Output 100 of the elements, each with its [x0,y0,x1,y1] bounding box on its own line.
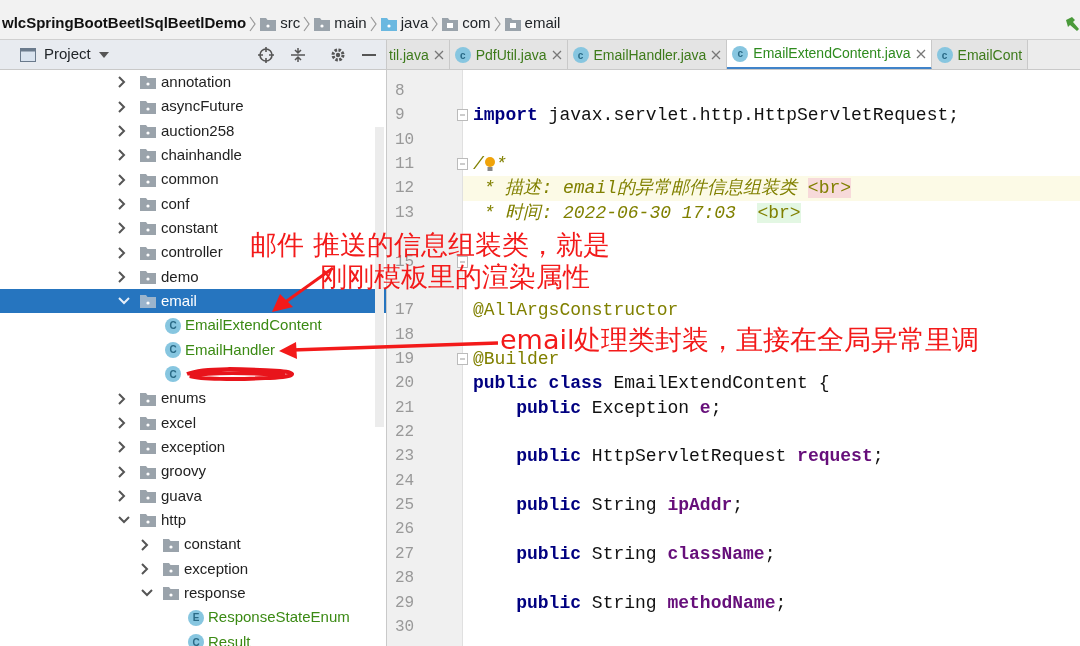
editor-tab[interactable]: til.java [387,40,450,69]
folder-icon [140,464,156,479]
panel-title[interactable]: Project [44,43,91,66]
tree-label: conf [161,193,190,214]
close-icon[interactable] [711,50,722,60]
breadcrumb-item[interactable]: java [400,12,429,35]
tree-row[interactable]: http [0,508,187,533]
line-number: 18 [395,325,415,344]
line-number: 23 [395,447,415,466]
breadcrumb-item[interactable]: com [462,12,491,35]
tree-label: asyncFuture [161,96,244,117]
tree-row[interactable]: C EmailExtendContent [0,313,322,338]
chevron-right-icon[interactable] [118,76,126,89]
breadcrumb-item[interactable]: wlcSpringBootBeetlSqlBeetlDemo [2,12,247,35]
chevron-right-icon[interactable] [141,563,149,576]
breadcrumb-item[interactable]: email [524,12,561,35]
line-number: 8 [395,82,405,100]
folder-icon [140,269,156,284]
chevron-right-icon[interactable] [118,124,126,137]
tree-row[interactable]: common [0,167,219,192]
separator-icon [431,15,440,32]
chevron-right-icon[interactable] [118,149,126,162]
chevron-down-icon[interactable] [141,589,153,598]
tree-row[interactable]: annotation [0,70,232,95]
file-type-icon: C [188,634,204,646]
tree-label: guava [161,485,202,506]
target-icon[interactable] [258,46,274,63]
tree-label: http [161,510,187,531]
tree-row[interactable]: constant [0,216,218,241]
tree-row[interactable]: guava [0,483,202,509]
chevron-right-icon[interactable] [118,417,126,429]
class-icon: c [732,45,749,62]
line-number: 20 [395,374,415,393]
tree-row[interactable]: controller [0,240,223,265]
tree-row[interactable]: enums [0,386,207,411]
code-line: public class EmailExtendContent { [473,373,830,394]
close-icon[interactable] [551,50,562,60]
settings-icon[interactable] [330,46,346,63]
tree-row[interactable]: exception [0,435,226,460]
folder-icon [140,75,156,90]
caret-icon[interactable] [98,51,109,58]
separator-icon [493,15,502,32]
file-type-icon: C [165,366,181,383]
tree-row[interactable]: response [0,581,246,606]
lightbulb-icon[interactable] [483,156,496,172]
folder-icon [140,391,156,406]
editor-tab[interactable]: c EmailExtendContent.java [727,40,932,69]
code-line: import javax.servlet.http.HttpServletRequest; [473,105,960,126]
tree-row[interactable]: E ResponseStateEnum [0,605,350,630]
tree-row[interactable]: C EmailHandler [0,337,276,363]
collapse-icon[interactable] [290,46,306,63]
tree-row[interactable]: chainhandle [0,143,242,168]
editor-tab[interactable]: c PdfUtil.java [449,40,568,69]
tree-label: chainhandle [161,144,242,165]
chevron-right-icon[interactable] [118,490,126,502]
tree-label: constant [184,534,241,555]
folder-icon [140,513,156,528]
tree-row[interactable]: exception [0,556,249,582]
tree-row[interactable]: conf [0,191,190,217]
line-number: 30 [395,617,415,636]
chevron-right-icon[interactable] [118,173,126,186]
tree-label: excel [161,412,197,433]
tree-row[interactable]: excel [0,410,197,436]
code-line: public Exception e; [515,397,722,418]
code-line: public String className; [515,543,776,564]
folder-icon [140,148,156,163]
close-icon[interactable] [915,48,926,59]
tree-label: EmailHandler [185,339,276,360]
chevron-right-icon[interactable] [118,100,126,113]
tree-row[interactable]: constant [0,532,241,557]
class-icon: c [936,47,953,63]
chevron-right-icon[interactable] [118,441,126,454]
tree-label: exception [161,437,226,458]
chevron-right-icon[interactable] [141,538,149,551]
chevron-right-icon[interactable] [118,270,126,283]
folder-icon [140,99,156,114]
chevron-right-icon[interactable] [118,392,126,405]
chevron-right-icon[interactable] [118,246,126,259]
code-line: * 描述: email的异常邮件信息组装类 <br> [482,178,852,199]
close-icon[interactable] [433,50,444,60]
breadcrumb-item[interactable]: src [280,12,301,35]
chevron-right-icon[interactable] [118,197,126,210]
tree-row[interactable]: auction258 [0,118,235,144]
chevron-right-icon[interactable] [118,222,126,235]
line-number: 26 [395,520,415,539]
tree-row[interactable]: asyncFuture [0,94,244,119]
editor-tab[interactable]: c EmailHandler.java [567,40,728,69]
tree-label: annotation [161,71,232,92]
tree-row[interactable]: C Result [0,629,251,646]
breadcrumb-item[interactable]: main [334,12,367,35]
tree-row[interactable]: email [0,289,386,314]
code-line: public String ipAddr; [515,495,744,516]
annotation-text: 刚刚模板里的渲染属性 [320,263,590,290]
chevron-down-icon[interactable] [118,516,130,525]
separator-icon [249,15,258,32]
tree-label: ResponseStateEnum [208,607,350,628]
chevron-right-icon[interactable] [118,465,126,478]
tree-row[interactable]: groovy [0,459,207,484]
editor-tab[interactable]: c EmailCont [931,40,1029,69]
tree-row[interactable]: demo [0,264,199,290]
